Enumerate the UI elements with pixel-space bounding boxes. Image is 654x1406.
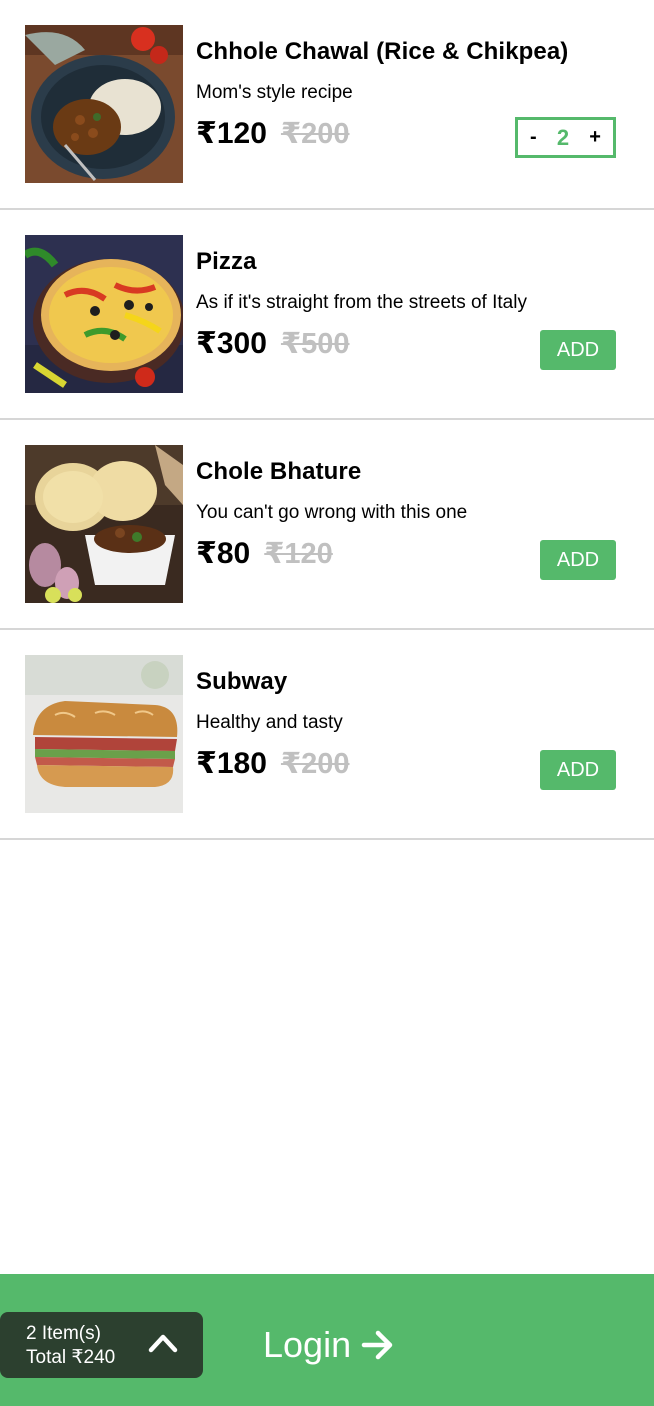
item-title: Pizza — [196, 248, 257, 275]
add-button[interactable]: ADD — [540, 540, 616, 580]
item-price: ₹180 — [196, 747, 267, 780]
quantity-value: 2 — [556, 124, 570, 150]
login-button[interactable]: Login — [263, 1324, 395, 1366]
decrease-quantity-button[interactable]: - — [530, 126, 537, 149]
cart-bar: 2 Item(s) Total ₹240 Login — [0, 1274, 654, 1406]
menu-item: Chole Bhature You can't go wrong with th… — [0, 420, 654, 630]
subway-sandwich-photo[interactable] — [25, 655, 183, 813]
item-original-price: ₹120 — [264, 538, 333, 570]
item-description: As if it's straight from the streets of … — [196, 292, 527, 313]
item-price-row: ₹80 ₹120 — [196, 536, 333, 571]
cart-summary-button[interactable]: 2 Item(s) Total ₹240 — [0, 1312, 203, 1378]
item-price-row: ₹180 ₹200 — [196, 746, 350, 781]
item-title: Subway — [196, 668, 288, 695]
menu-item: Pizza As if it's straight from the stree… — [0, 210, 654, 420]
add-button[interactable]: ADD — [540, 750, 616, 790]
item-description: Healthy and tasty — [196, 712, 343, 733]
add-button[interactable]: ADD — [540, 330, 616, 370]
chhole-chawal-photo[interactable] — [25, 25, 183, 183]
chole-bhature-photo[interactable] — [25, 445, 183, 603]
pizza-photo[interactable] — [25, 235, 183, 393]
chevron-up-icon[interactable] — [148, 1331, 178, 1355]
item-price: ₹300 — [196, 327, 267, 360]
menu-item: Subway Healthy and tasty ₹180 ₹200 ADD — [0, 630, 654, 840]
menu-screen: Chhole Chawal (Rice & Chikpea) Mom's sty… — [0, 0, 654, 1406]
quantity-stepper: - 2 + — [515, 117, 616, 158]
increase-quantity-button[interactable]: + — [589, 126, 601, 149]
cart-item-count: 2 Item(s) — [26, 1323, 101, 1344]
item-price-row: ₹300 ₹500 — [196, 326, 350, 361]
item-original-price: ₹200 — [280, 748, 350, 780]
arrow-right-icon — [361, 1330, 393, 1360]
item-original-price: ₹200 — [280, 118, 350, 150]
item-description: Mom's style recipe — [196, 82, 353, 103]
item-description: You can't go wrong with this one — [196, 502, 468, 523]
item-price: ₹120 — [196, 117, 267, 150]
item-price: ₹80 — [196, 537, 251, 570]
menu-item: Chhole Chawal (Rice & Chikpea) Mom's sty… — [0, 0, 654, 210]
item-title: Chhole Chawal (Rice & Chikpea) — [196, 38, 569, 65]
item-title: Chole Bhature — [196, 458, 362, 485]
item-original-price: ₹500 — [280, 328, 350, 360]
cart-total: Total ₹240 — [26, 1347, 116, 1368]
login-label: Login — [263, 1324, 352, 1365]
item-price-row: ₹120 ₹200 — [196, 116, 350, 151]
